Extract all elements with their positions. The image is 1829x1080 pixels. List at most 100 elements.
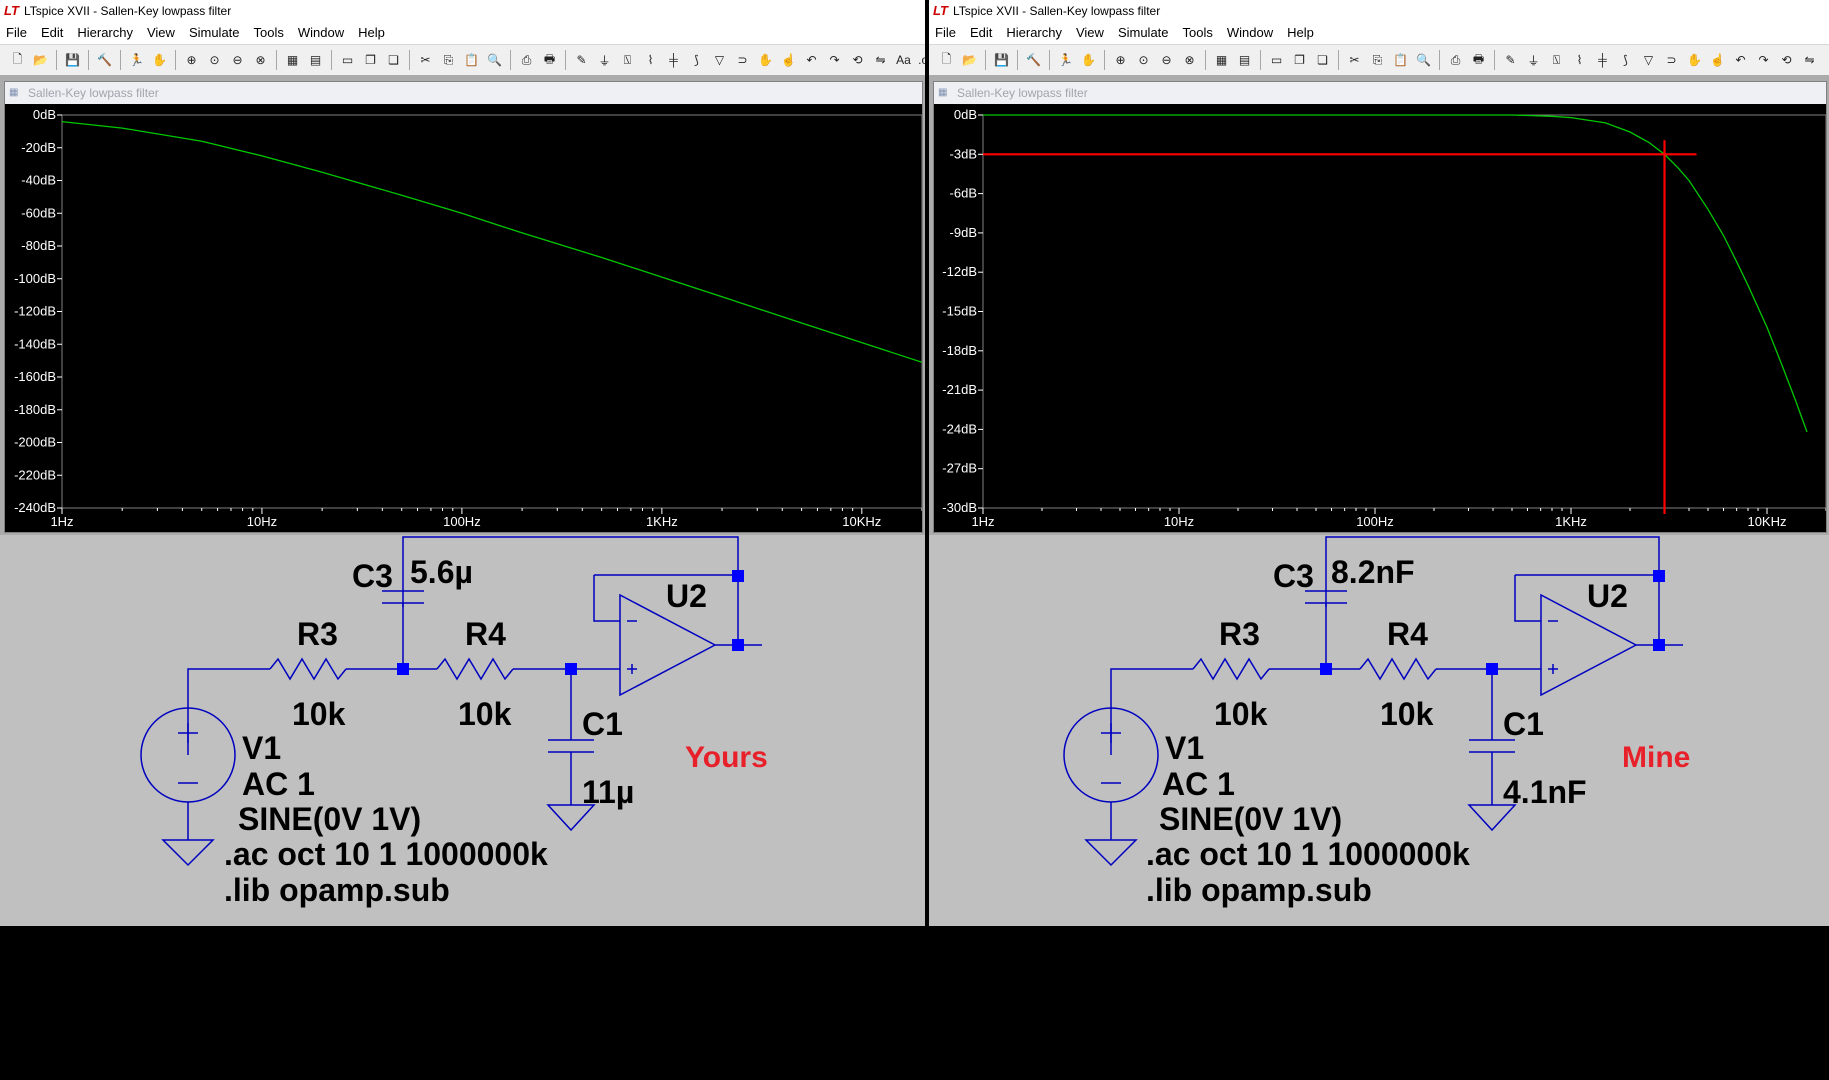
wire-icon[interactable]: ✎ [572, 51, 591, 70]
copy-icon[interactable]: ⎘ [439, 51, 458, 70]
drag-icon[interactable]: ☝ [1708, 51, 1727, 70]
inductor-icon[interactable]: ⟆ [687, 51, 706, 70]
control-panel-icon[interactable]: 🔨 [95, 51, 114, 70]
zoom-out-icon[interactable]: ⊖ [1157, 51, 1176, 70]
pan-icon[interactable]: ⊙ [205, 51, 224, 70]
new-schematic-icon[interactable]: 🗋 [937, 51, 956, 70]
tile-vertical-icon[interactable]: ❏ [1313, 51, 1332, 70]
schematic-area[interactable]: C3 5.6µ R3 10k R4 10k C1 11µ U2 V1 AC 1 … [0, 535, 925, 926]
schematic-area[interactable]: C3 8.2nF R3 10k R4 10k C1 4.1nF U2 V1 AC… [929, 535, 1829, 926]
r4-value: 10k [1380, 696, 1434, 732]
run-icon[interactable]: 🏃 [127, 51, 146, 70]
menu-edit[interactable]: Edit [970, 25, 992, 40]
menu-edit[interactable]: Edit [41, 25, 63, 40]
drag-icon[interactable]: ☝ [779, 51, 798, 70]
save-icon[interactable]: 💾 [63, 51, 82, 70]
y-tick-label: -3dB [950, 146, 977, 161]
cascade-icon[interactable]: ❐ [1290, 51, 1309, 70]
pan-icon[interactable]: ⊙ [1134, 51, 1153, 70]
autorange-icon[interactable]: ▦ [283, 51, 302, 70]
menu-simulate[interactable]: Simulate [1118, 25, 1169, 40]
zoom-in-icon[interactable]: ⊕ [1111, 51, 1130, 70]
halt-icon[interactable]: ✋ [1079, 51, 1098, 70]
grid-icon[interactable]: ▤ [306, 51, 325, 70]
ground-icon[interactable]: ⏚ [1524, 51, 1543, 70]
bode-plot[interactable]: 0dB -3dB -6dB -9dB -12dB -15dB -18dB -21dB -24dB… [934, 105, 1826, 530]
capacitor-icon[interactable]: ╪ [1593, 51, 1612, 70]
schematic-canvas[interactable]: C3 5.6µ R3 10k R4 10k C1 11µ U2 V1 AC 1 … [0, 535, 925, 926]
find-icon[interactable]: 🔍 [1414, 51, 1433, 70]
cascade-icon[interactable]: ❐ [361, 51, 380, 70]
text-icon[interactable]: Aa [894, 51, 913, 70]
run-icon[interactable]: 🏃 [1056, 51, 1075, 70]
waveform-window[interactable]: ▦ Sallen-Key lowpass filter 0dB -3dB -6dB -… [933, 81, 1827, 533]
rotate-icon[interactable]: ⟲ [848, 51, 867, 70]
diode-icon[interactable]: ▽ [710, 51, 729, 70]
open-icon[interactable]: 📂 [31, 51, 50, 70]
halt-icon[interactable]: ✋ [150, 51, 169, 70]
menu-tools[interactable]: Tools [254, 25, 284, 40]
cut-icon[interactable]: ✂ [1345, 51, 1364, 70]
undo-icon[interactable]: ↶ [802, 51, 821, 70]
print-icon[interactable]: 🖶 [540, 51, 559, 70]
zoom-fit-icon[interactable]: ⊗ [1180, 51, 1199, 70]
component-icon[interactable]: ⊃ [1662, 51, 1681, 70]
menu-window[interactable]: Window [1227, 25, 1273, 40]
menu-view[interactable]: View [1076, 25, 1104, 40]
menu-help[interactable]: Help [358, 25, 385, 40]
spice-directive-icon[interactable]: .op [917, 51, 925, 70]
mirror-icon[interactable]: ⇋ [871, 51, 890, 70]
bode-plot[interactable]: 0dB -20dB -40dB -60dB -80dB -100dB -120dB -140d… [5, 105, 922, 530]
resistor-icon[interactable]: ⌇ [1570, 51, 1589, 70]
tile-horizontal-icon[interactable]: ▭ [1267, 51, 1286, 70]
menu-tools[interactable]: Tools [1183, 25, 1213, 40]
tile-horizontal-icon[interactable]: ▭ [338, 51, 357, 70]
menu-hierarchy[interactable]: Hierarchy [77, 25, 133, 40]
resistor-icon[interactable]: ⌇ [641, 51, 660, 70]
menu-hierarchy[interactable]: Hierarchy [1006, 25, 1062, 40]
menu-help[interactable]: Help [1287, 25, 1314, 40]
menu-file[interactable]: File [935, 25, 956, 40]
move-icon[interactable]: ✋ [1685, 51, 1704, 70]
menu-view[interactable]: View [147, 25, 175, 40]
paste-icon[interactable]: 📋 [1391, 51, 1410, 70]
diode-icon[interactable]: ▽ [1639, 51, 1658, 70]
tile-vertical-icon[interactable]: ❏ [384, 51, 403, 70]
copy-icon[interactable]: ⎘ [1368, 51, 1387, 70]
wire-icon[interactable]: ✎ [1501, 51, 1520, 70]
save-icon[interactable]: 💾 [992, 51, 1011, 70]
autorange-icon[interactable]: ▦ [1212, 51, 1231, 70]
schematic-canvas[interactable]: C3 8.2nF R3 10k R4 10k C1 4.1nF U2 V1 AC… [929, 535, 1829, 926]
zoom-fit-icon[interactable]: ⊗ [251, 51, 270, 70]
print-setup-icon[interactable]: ⎙ [517, 51, 536, 70]
waveform-window[interactable]: ▦ Sallen-Key lowpass filter 0dB -20dB -40d… [4, 81, 923, 533]
open-icon[interactable]: 📂 [960, 51, 979, 70]
paste-icon[interactable]: 📋 [462, 51, 481, 70]
undo-icon[interactable]: ↶ [1731, 51, 1750, 70]
cut-icon[interactable]: ✂ [416, 51, 435, 70]
redo-icon[interactable]: ↷ [825, 51, 844, 70]
menu-window[interactable]: Window [298, 25, 344, 40]
component-icon[interactable]: ⊃ [733, 51, 752, 70]
ground-icon[interactable]: ⏚ [595, 51, 614, 70]
find-icon[interactable]: 🔍 [485, 51, 504, 70]
print-icon[interactable]: 🖶 [1469, 51, 1488, 70]
zoom-in-icon[interactable]: ⊕ [182, 51, 201, 70]
zoom-out-icon[interactable]: ⊖ [228, 51, 247, 70]
inductor-icon[interactable]: ⟆ [1616, 51, 1635, 70]
capacitor-icon[interactable]: ╪ [664, 51, 683, 70]
waveform-title: Sallen-Key lowpass filter [28, 86, 159, 100]
move-icon[interactable]: ✋ [756, 51, 775, 70]
control-panel-icon[interactable]: 🔨 [1024, 51, 1043, 70]
node [1653, 639, 1665, 651]
rotate-icon[interactable]: ⟲ [1777, 51, 1796, 70]
grid-icon[interactable]: ▤ [1235, 51, 1254, 70]
print-setup-icon[interactable]: ⎙ [1446, 51, 1465, 70]
menu-file[interactable]: File [6, 25, 27, 40]
menu-simulate[interactable]: Simulate [189, 25, 240, 40]
redo-icon[interactable]: ↷ [1754, 51, 1773, 70]
label-net-icon[interactable]: ⍂ [618, 51, 637, 70]
new-schematic-icon[interactable]: 🗋 [8, 51, 27, 70]
label-net-icon[interactable]: ⍂ [1547, 51, 1566, 70]
mirror-icon[interactable]: ⇋ [1800, 51, 1819, 70]
